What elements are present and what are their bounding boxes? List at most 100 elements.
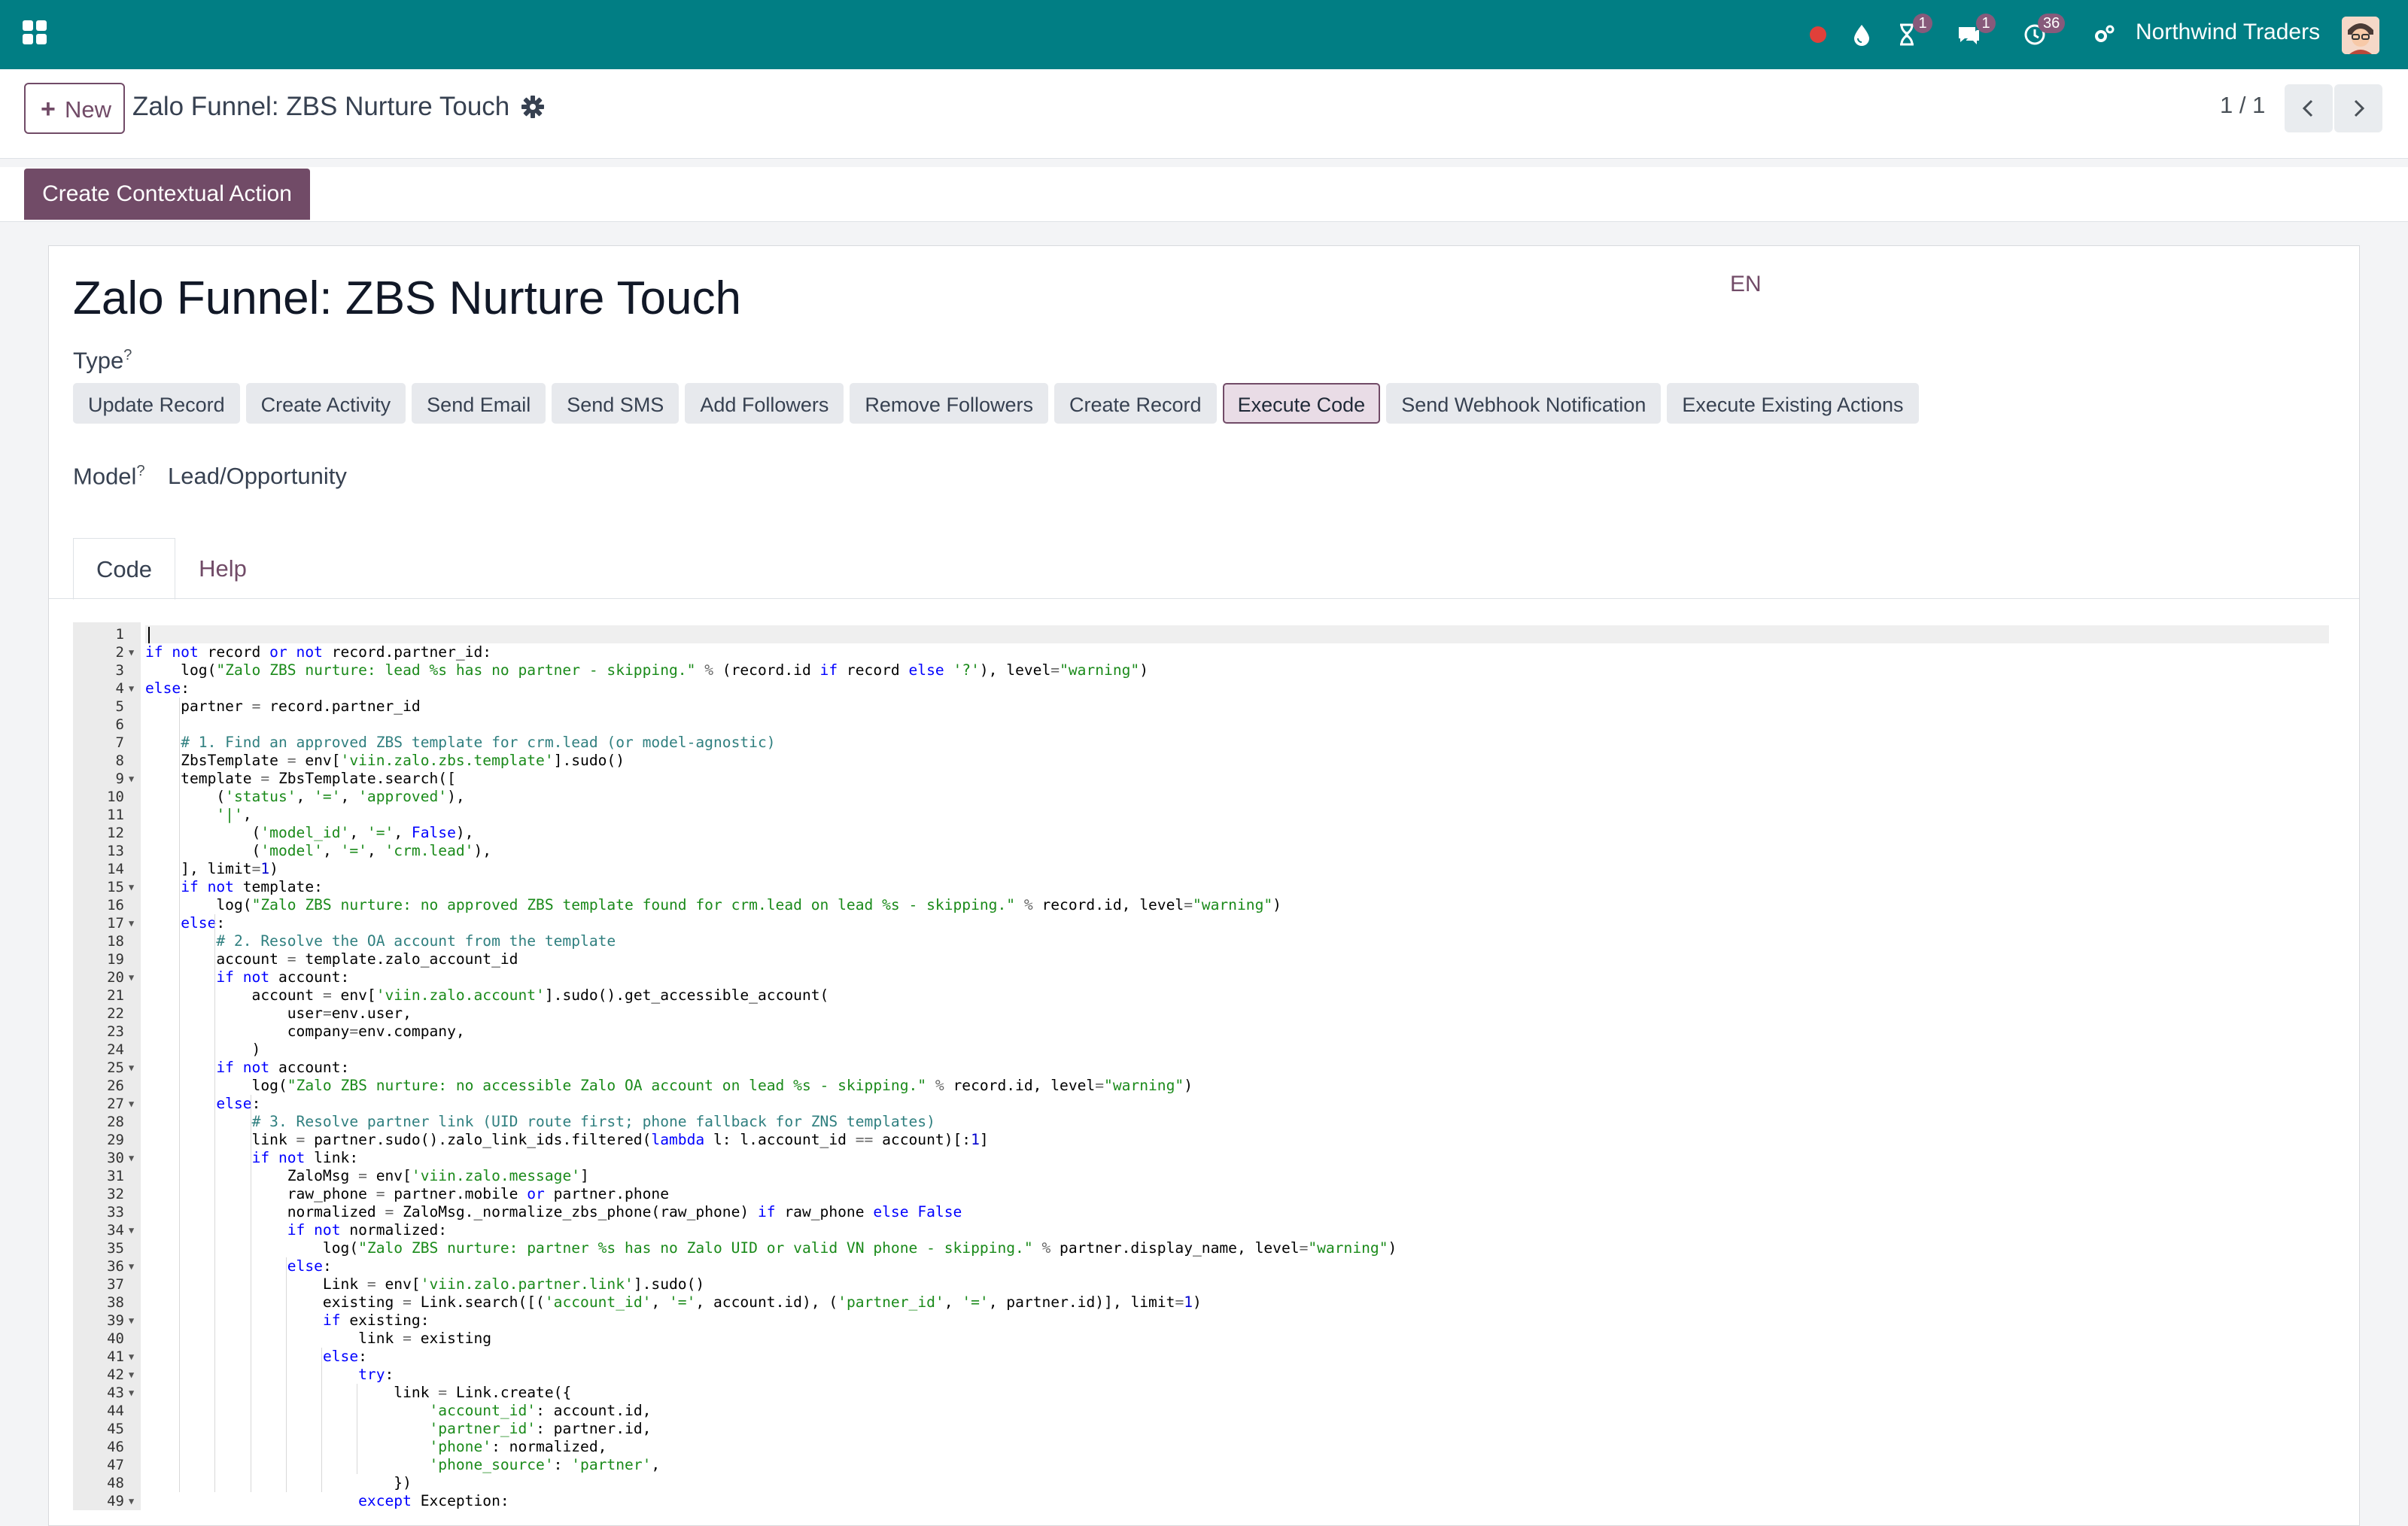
code-line[interactable]: # 2. Resolve the OA account from the tem… <box>145 932 616 950</box>
type-option-add-followers[interactable]: Add Followers <box>685 383 844 424</box>
language-button[interactable]: EN <box>1730 272 1762 297</box>
code-line[interactable]: account = template.zalo_account_id <box>145 950 518 968</box>
code-line[interactable]: partner = record.partner_id <box>145 698 421 716</box>
water-drop-icon[interactable] <box>1844 17 1880 53</box>
pager-value[interactable]: 1 / 1 <box>2220 92 2265 119</box>
model-help-tooltip[interactable]: ? <box>136 463 144 479</box>
fold-toggle-icon[interactable]: ▼ <box>129 1149 134 1167</box>
code-line[interactable]: try: <box>145 1366 394 1384</box>
code-line[interactable]: link = partner.sudo().zalo_link_ids.filt… <box>145 1131 989 1149</box>
code-line[interactable]: template = ZbsTemplate.search([ <box>145 770 456 788</box>
chat-icon[interactable]: 1 <box>1950 14 1996 53</box>
code-line[interactable]: ], limit=1) <box>145 860 278 878</box>
fold-toggle-icon[interactable]: ▼ <box>129 1384 134 1402</box>
code-line[interactable]: normalized = ZaloMsg._normalize_zbs_phon… <box>145 1203 962 1221</box>
code-line[interactable]: link = Link.create({ <box>145 1384 571 1402</box>
code-line[interactable]: if not link: <box>145 1149 359 1167</box>
code-line[interactable]: if existing: <box>145 1312 430 1330</box>
record-dot-icon[interactable] <box>1800 17 1836 53</box>
user-avatar[interactable] <box>2342 17 2379 54</box>
type-option-execute-existing-actions[interactable]: Execute Existing Actions <box>1667 383 1919 424</box>
code-line[interactable]: link = existing <box>145 1330 491 1348</box>
code-line[interactable]: user=env.user, <box>145 1005 412 1023</box>
type-option-send-sms[interactable]: Send SMS <box>552 383 680 424</box>
code-line[interactable]: if not template: <box>145 878 323 896</box>
code-line[interactable]: existing = Link.search([('account_id', '… <box>145 1293 1202 1312</box>
company-switcher[interactable]: Northwind Traders <box>2136 20 2320 45</box>
code-line[interactable]: log("Zalo ZBS nurture: partner %s has no… <box>145 1239 1397 1257</box>
code-line[interactable]: else: <box>145 1095 260 1113</box>
fold-toggle-icon[interactable]: ▼ <box>129 1257 134 1275</box>
code-line[interactable]: 'partner_id': partner.id, <box>145 1420 652 1438</box>
code-line[interactable]: log("Zalo ZBS nurture: lead %s has no pa… <box>145 661 1148 679</box>
code-line[interactable]: if not record or not record.partner_id: <box>145 643 491 661</box>
code-line[interactable]: 'account_id': account.id, <box>145 1402 652 1420</box>
pager-previous-button[interactable] <box>2285 84 2333 132</box>
code-line[interactable]: ('status', '=', 'approved'), <box>145 788 464 806</box>
fold-toggle-icon[interactable]: ▼ <box>129 1492 134 1510</box>
activities-badge: 36 <box>2038 14 2066 33</box>
code-line[interactable]: raw_phone = partner.mobile or partner.ph… <box>145 1185 669 1203</box>
code-line[interactable]: '|', <box>145 806 251 824</box>
line-number: 15 <box>107 879 124 895</box>
fold-toggle-icon[interactable]: ▼ <box>129 1059 134 1077</box>
code-line[interactable]: log("Zalo ZBS nurture: no approved ZBS t… <box>145 896 1282 914</box>
type-option-send-webhook-notification[interactable]: Send Webhook Notification <box>1386 383 1662 424</box>
code-line[interactable]: except Exception: <box>145 1492 509 1510</box>
code-line[interactable]: ) <box>145 1041 261 1059</box>
type-help-tooltip[interactable]: ? <box>123 347 132 363</box>
code-line[interactable]: ZbsTemplate = env['viin.zalo.zbs.templat… <box>145 752 625 770</box>
clock-icon[interactable]: 36 <box>2017 14 2066 53</box>
fold-toggle-icon[interactable]: ▼ <box>129 1366 134 1384</box>
fold-toggle-icon[interactable]: ▼ <box>129 1348 134 1366</box>
type-option-remove-followers[interactable]: Remove Followers <box>850 383 1048 424</box>
record-name-field[interactable]: Zalo Funnel: ZBS Nurture Touch <box>73 272 741 325</box>
line-number: 26 <box>107 1078 124 1094</box>
apps-menu-icon[interactable] <box>23 20 47 44</box>
fold-toggle-icon[interactable]: ▼ <box>129 968 134 986</box>
fold-toggle-icon[interactable]: ▼ <box>129 878 134 896</box>
hourglass-icon[interactable]: 1 <box>1889 14 1932 53</box>
code-line[interactable]: if not account: <box>145 1059 349 1077</box>
code-line[interactable]: company=env.company, <box>145 1023 465 1041</box>
code-area[interactable]: if not record or not record.partner_id: … <box>145 622 2329 1510</box>
fold-toggle-icon[interactable]: ▼ <box>129 1221 134 1239</box>
tab-help[interactable]: Help <box>175 538 270 600</box>
new-button[interactable]: + New <box>24 83 125 134</box>
code-line[interactable]: else: <box>145 1257 332 1275</box>
type-option-execute-code[interactable]: Execute Code <box>1222 383 1381 424</box>
fold-toggle-icon[interactable]: ▼ <box>129 643 134 661</box>
fold-toggle-icon[interactable]: ▼ <box>129 1312 134 1330</box>
settings-icon[interactable] <box>2086 17 2122 53</box>
text-cursor <box>148 627 150 643</box>
fold-toggle-icon[interactable]: ▼ <box>129 770 134 788</box>
code-line[interactable]: ('model_id', '=', False), <box>145 824 474 842</box>
code-line[interactable]: # 3. Resolve partner link (UID route fir… <box>145 1113 935 1131</box>
code-line[interactable]: }) <box>145 1474 412 1492</box>
code-line[interactable]: if not account: <box>145 968 349 986</box>
pager-next-button[interactable] <box>2334 84 2382 132</box>
model-field[interactable]: Lead/Opportunity <box>168 463 347 490</box>
code-editor[interactable]: 1 2 ▼ 3 4 ▼ 5 6 7 8 9 ▼ 10 11 12 13 14 15 ▼ 16 17 ▼ 18 19 20 ▼ 21 2… <box>73 622 2329 1510</box>
type-option-create-activity[interactable]: Create Activity <box>245 383 406 424</box>
code-line[interactable]: log("Zalo ZBS nurture: no accessible Zal… <box>145 1077 1193 1095</box>
gear-icon[interactable] <box>519 93 546 120</box>
fold-toggle-icon[interactable]: ▼ <box>129 679 134 698</box>
type-option-send-email[interactable]: Send Email <box>412 383 546 424</box>
code-line[interactable]: account = env['viin.zalo.account'].sudo(… <box>145 986 829 1005</box>
code-line[interactable]: if not normalized: <box>145 1221 447 1239</box>
tab-code[interactable]: Code <box>73 538 175 600</box>
model-label: Model? <box>73 463 145 490</box>
type-option-update-record[interactable]: Update Record <box>73 383 240 424</box>
fold-toggle-icon[interactable]: ▼ <box>129 914 134 932</box>
create-contextual-action-button[interactable]: Create Contextual Action <box>24 169 310 220</box>
code-line[interactable]: else: <box>145 914 225 932</box>
code-line[interactable]: Link = env['viin.zalo.partner.link'].sud… <box>145 1275 704 1293</box>
code-line[interactable]: ZaloMsg = env['viin.zalo.message'] <box>145 1167 589 1185</box>
code-line[interactable]: 'phone_source': 'partner', <box>145 1456 661 1474</box>
code-line[interactable]: # 1. Find an approved ZBS template for c… <box>145 734 775 752</box>
code-line[interactable]: ('model', '=', 'crm.lead'), <box>145 842 492 860</box>
fold-toggle-icon[interactable]: ▼ <box>129 1095 134 1113</box>
code-line[interactable]: else: <box>145 679 190 698</box>
type-option-create-record[interactable]: Create Record <box>1054 383 1217 424</box>
